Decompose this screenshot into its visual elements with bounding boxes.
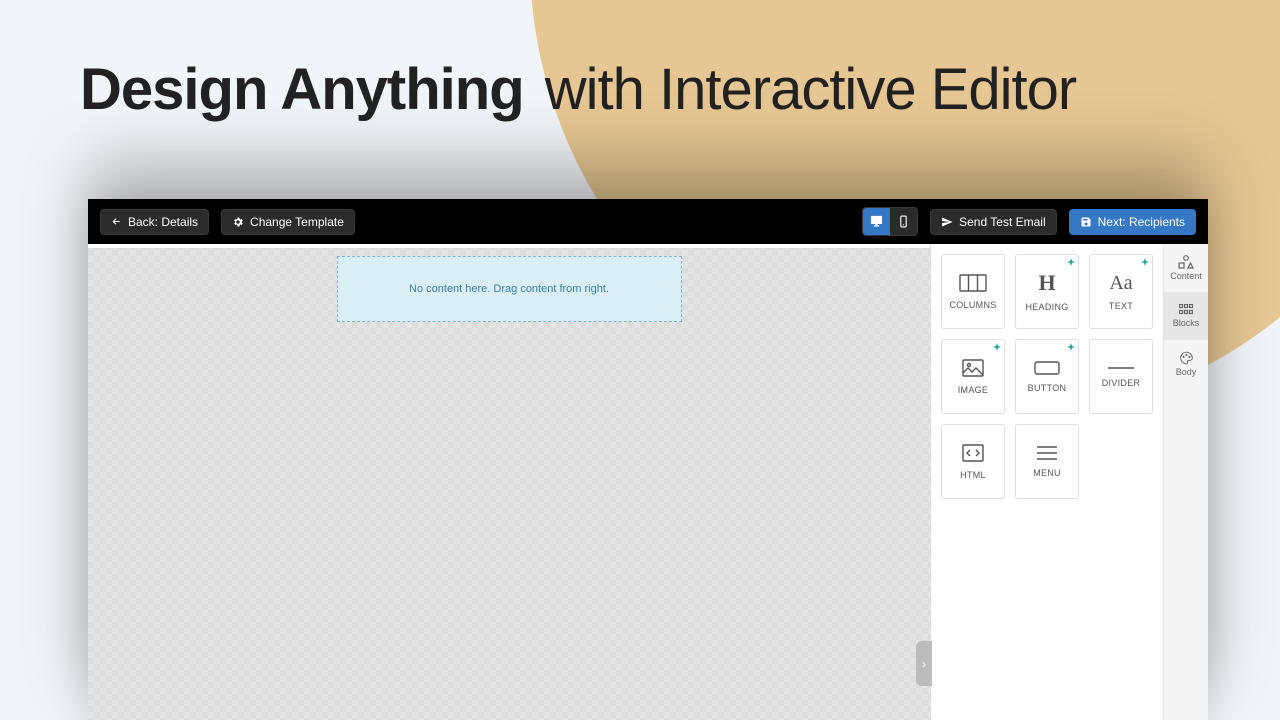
page-headline: Design Anything with Interactive Editor [80,56,1076,123]
divider-icon [1108,366,1134,370]
tab-body[interactable]: Body [1164,340,1208,388]
block-image-label: IMAGE [958,385,989,395]
canvas-ruler [88,244,930,249]
side-tabs: Content Blocks Body [1163,244,1208,720]
image-icon [962,359,984,377]
block-columns[interactable]: COLUMNS [941,254,1005,329]
shapes-icon [1178,255,1194,269]
button-icon [1034,361,1060,375]
back-button-label: Back: Details [128,215,198,229]
desktop-view-button[interactable] [863,208,890,235]
block-heading[interactable]: H HEADING [1015,254,1079,329]
palette-icon [1179,351,1194,365]
block-menu-label: MENU [1033,468,1061,478]
device-toggle [862,207,918,236]
tab-content[interactable]: Content [1164,244,1208,292]
send-test-email-button[interactable]: Send Test Email [930,209,1057,235]
canvas-area[interactable]: No content here. Drag content from right… [88,244,930,720]
toolbar: Back: Details Change Template [88,199,1208,244]
right-panel: COLUMNS H HEADING Aa TEXT [930,244,1208,720]
next-button-label: Next: Recipients [1098,215,1185,229]
sparkle-icon [993,343,1001,351]
mobile-view-button[interactable] [890,208,917,235]
sparkle-icon [1067,258,1075,266]
heading-icon: H [1038,272,1055,294]
save-icon [1080,216,1092,228]
block-button[interactable]: BUTTON [1015,339,1079,414]
tab-blocks[interactable]: Blocks [1164,292,1208,340]
tab-blocks-label: Blocks [1173,318,1200,328]
tab-content-label: Content [1170,271,1202,281]
headline-light: with Interactive Editor [545,57,1076,122]
gear-icon [232,216,244,228]
block-columns-label: COLUMNS [949,300,996,310]
block-button-label: BUTTON [1028,383,1067,393]
sparkle-icon [1067,343,1075,351]
workspace: No content here. Drag content from right… [88,244,1208,720]
block-image[interactable]: IMAGE [941,339,1005,414]
empty-drop-zone[interactable]: No content here. Drag content from right… [337,256,682,322]
back-button[interactable]: Back: Details [100,209,209,235]
html-icon [962,444,984,462]
block-menu[interactable]: MENU [1015,424,1079,499]
sparkle-icon [1141,258,1149,266]
change-template-label: Change Template [250,215,344,229]
change-template-button[interactable]: Change Template [221,209,355,235]
panel-expand-handle[interactable]: › [916,641,932,686]
mobile-icon [897,215,910,228]
text-icon: Aa [1109,273,1132,293]
desktop-icon [869,214,884,229]
arrow-left-icon [111,216,122,227]
block-html[interactable]: HTML [941,424,1005,499]
block-divider-label: DIVIDER [1102,378,1141,388]
tab-body-label: Body [1176,367,1197,377]
block-heading-label: HEADING [1025,302,1068,312]
grid-icon [1179,304,1193,316]
block-text[interactable]: Aa TEXT [1089,254,1153,329]
editor-window: Back: Details Change Template [88,199,1208,720]
chevron-right-icon: › [922,657,926,671]
send-test-label: Send Test Email [959,215,1046,229]
block-divider[interactable]: DIVIDER [1089,339,1153,414]
empty-hint-text: No content here. Drag content from right… [409,283,609,295]
send-icon [941,216,953,228]
menu-icon [1037,446,1057,460]
block-html-label: HTML [960,470,986,480]
columns-icon [959,274,987,292]
canvas-inner: No content here. Drag content from right… [119,256,899,720]
headline-bold: Design Anything [80,57,524,122]
block-text-label: TEXT [1109,301,1133,311]
next-button[interactable]: Next: Recipients [1069,209,1196,235]
blocks-grid: COLUMNS H HEADING Aa TEXT [931,244,1163,720]
